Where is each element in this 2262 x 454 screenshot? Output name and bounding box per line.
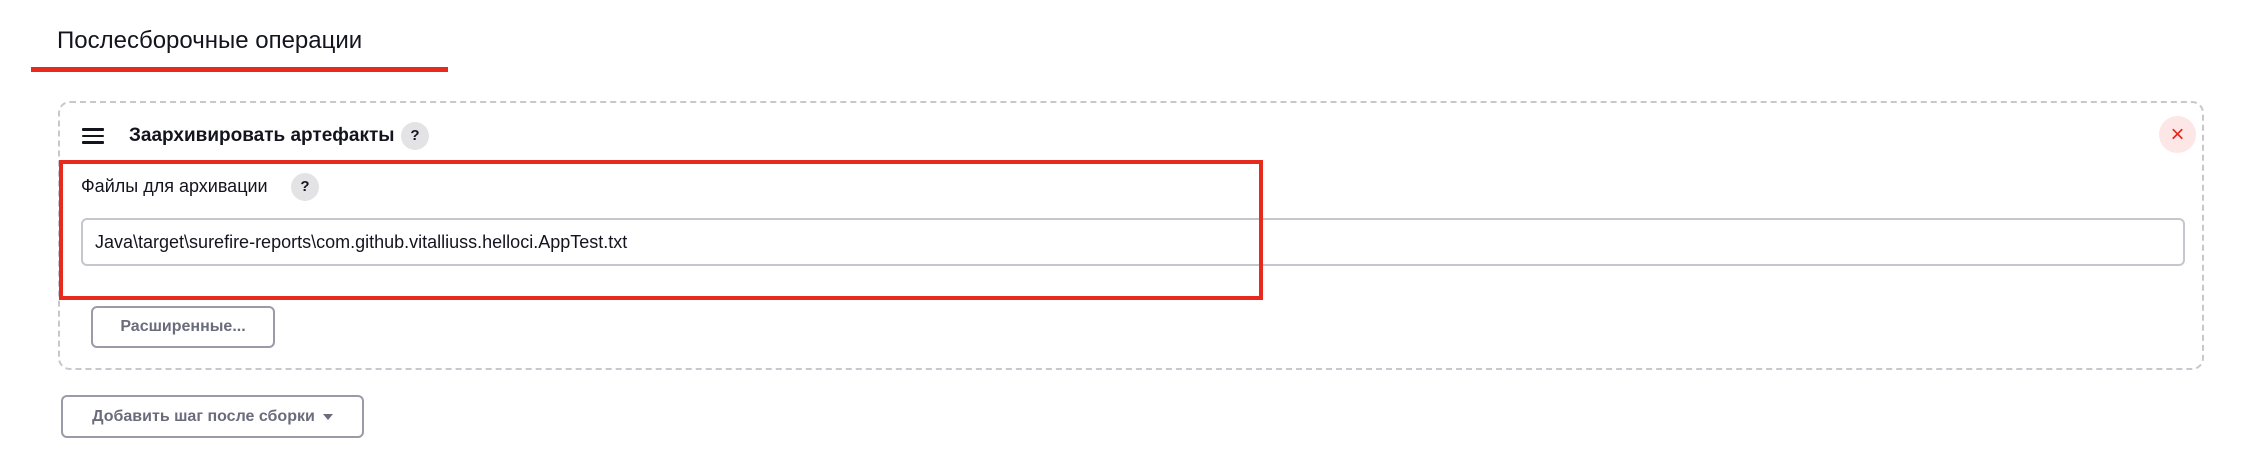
step-title: Заархивировать артефакты <box>129 125 395 146</box>
section-title: Послесборочные операции <box>57 27 363 54</box>
add-post-build-step-button[interactable]: Добавить шаг после сборки <box>61 395 364 438</box>
files-to-archive-label: Файлы для архивации <box>81 176 268 196</box>
advanced-button[interactable]: Расширенные... <box>91 306 275 348</box>
caret-down-icon <box>322 413 333 420</box>
section-title-underline <box>31 67 448 72</box>
step-help-icon[interactable]: ? <box>401 122 429 150</box>
files-help-icon[interactable]: ? <box>291 173 319 201</box>
add-post-build-step-label: Добавить шаг после сборки <box>92 407 315 425</box>
drag-handle-line <box>82 134 104 137</box>
remove-step-close-icon[interactable]: × <box>2159 116 2196 153</box>
drag-handle-line <box>82 141 104 144</box>
files-to-archive-input[interactable] <box>81 218 2185 266</box>
drag-handle-line <box>82 128 104 131</box>
drag-handle-icon[interactable] <box>82 128 104 146</box>
